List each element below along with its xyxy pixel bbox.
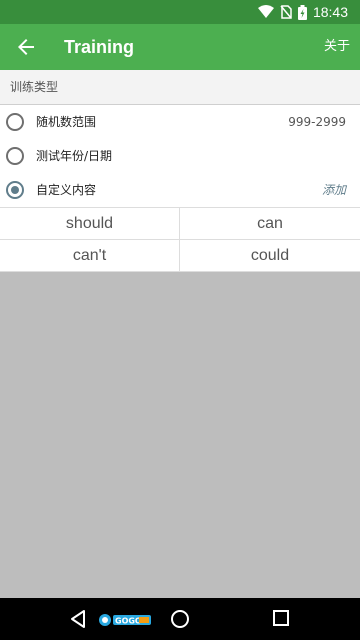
- option-custom-content[interactable]: 自定义内容 添加: [0, 173, 360, 207]
- radio-test-year-date[interactable]: [6, 147, 24, 165]
- add-button[interactable]: 添加: [322, 173, 346, 207]
- training-options: 训练类型 随机数范围 999-2999 测试年份/日期 自定义内容 添加 sho…: [0, 70, 360, 272]
- clock: 18:43: [312, 4, 348, 20]
- word-cell[interactable]: should: [0, 208, 180, 240]
- wifi-icon: [257, 5, 274, 18]
- gogo-watermark-logo: GOGO: [99, 614, 151, 626]
- option-test-year-date[interactable]: 测试年份/日期: [0, 139, 360, 173]
- option-label: 测试年份/日期: [36, 149, 113, 163]
- radio-random-range[interactable]: [6, 113, 24, 131]
- status-bar: 18:43: [0, 0, 360, 24]
- back-arrow-icon[interactable]: [14, 35, 38, 59]
- section-title: 训练类型: [0, 70, 360, 105]
- navigation-bar: [0, 598, 360, 640]
- app-bar: Training 关于: [0, 24, 360, 70]
- custom-words-grid: should can can't could: [0, 207, 360, 272]
- option-label: 随机数范围: [36, 115, 97, 129]
- range-value: 999-2999: [288, 115, 346, 129]
- battery-charging-icon: [297, 4, 307, 20]
- no-sim-icon: [280, 5, 292, 19]
- word-cell[interactable]: can: [180, 208, 360, 240]
- svg-text:GOGO: GOGO: [115, 617, 142, 626]
- radio-custom-content[interactable]: [6, 181, 24, 199]
- nav-back-icon[interactable]: [70, 609, 86, 629]
- word-cell[interactable]: could: [180, 240, 360, 272]
- option-label: 自定义内容: [36, 183, 97, 197]
- about-button[interactable]: 关于: [324, 38, 350, 56]
- option-random-range[interactable]: 随机数范围 999-2999: [0, 105, 360, 139]
- page-title: Training: [64, 37, 135, 57]
- nav-home-icon[interactable]: [170, 609, 190, 629]
- nav-recents-icon[interactable]: [272, 609, 290, 627]
- word-cell[interactable]: can't: [0, 240, 180, 272]
